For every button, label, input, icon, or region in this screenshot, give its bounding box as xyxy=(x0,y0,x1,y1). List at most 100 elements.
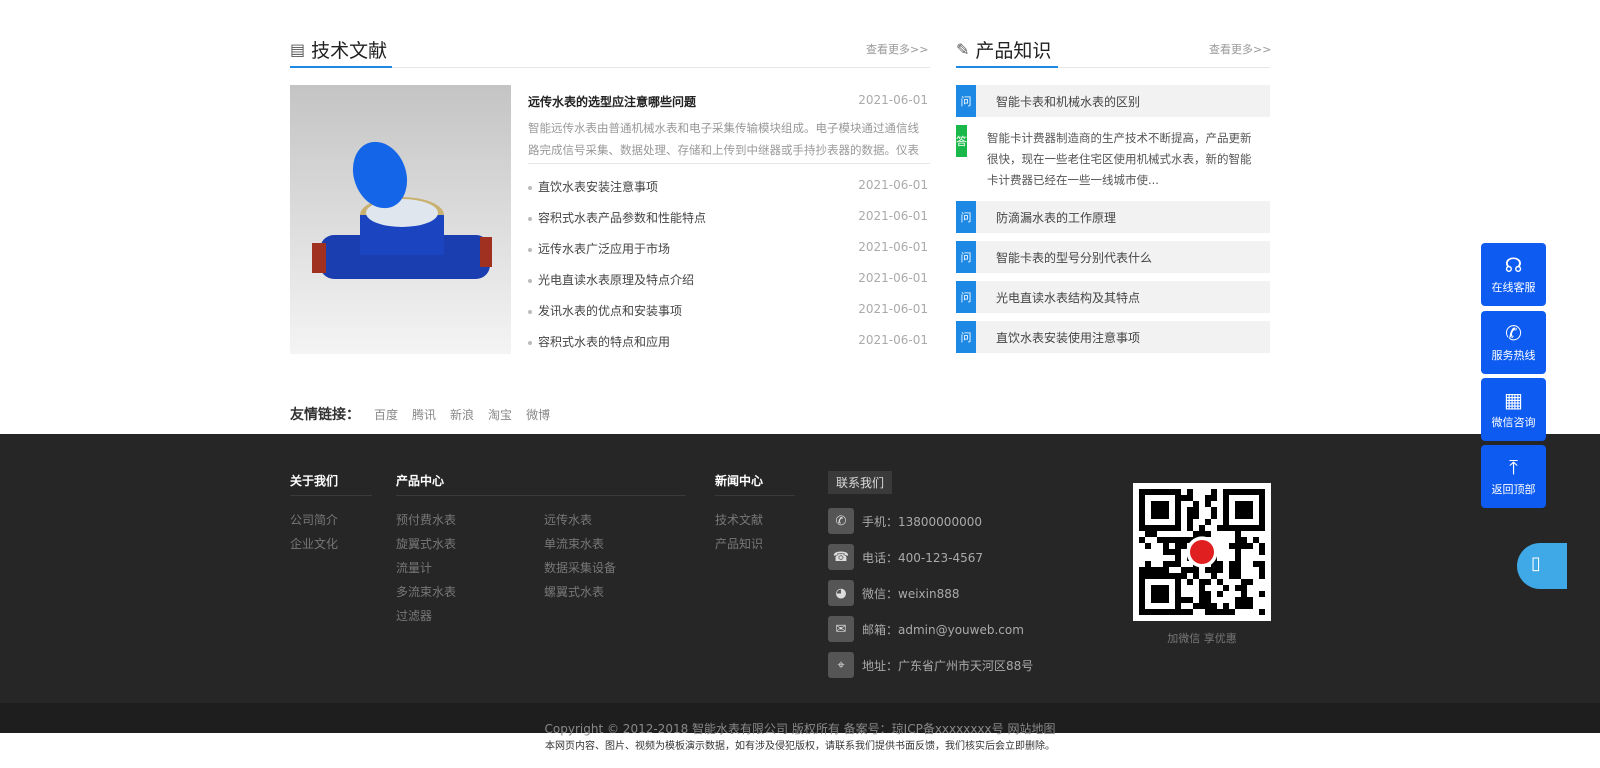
qr-caption: 加微信 享优惠 xyxy=(1167,632,1237,645)
qr-icon: ▦ xyxy=(1504,387,1523,412)
contact-text: 地址：广东省广州市天河区88号 xyxy=(862,658,1034,673)
location-icon: ⌖ xyxy=(828,652,854,678)
friend-link[interactable]: 百度 xyxy=(374,406,398,423)
featured-article[interactable]: 远传水表的选型应注意哪些问题 2021-06-01 xyxy=(528,93,928,110)
water-meter-illustration xyxy=(312,141,492,279)
question-badge: 问 xyxy=(956,201,976,233)
wechat-icon: ◕ xyxy=(828,580,854,606)
tech-section-title: ▤ 技术文献 xyxy=(290,36,387,63)
featured-date: 2021-06-01 xyxy=(858,93,928,107)
footer-link[interactable]: 过滤器 xyxy=(396,607,432,624)
footer-link[interactable]: 技术文献 xyxy=(715,511,763,528)
footer-link[interactable]: 预付费水表 xyxy=(396,511,456,528)
article-item[interactable]: 发讯水表的优点和安装事项 2021-06-01 xyxy=(528,302,928,319)
article-date: 2021-06-01 xyxy=(858,302,928,316)
qa-question[interactable]: 问光电直读水表结构及其特点 xyxy=(956,281,1270,313)
document-icon: ▤ xyxy=(290,40,306,59)
question-text[interactable]: 智能卡表和机械水表的区别 xyxy=(976,85,1148,117)
question-text[interactable]: 直饮水表安装使用注意事项 xyxy=(976,321,1148,353)
article-title[interactable]: 远传水表广泛应用于市场 xyxy=(528,240,670,257)
article-item[interactable]: 光电直读水表原理及特点介绍 2021-06-01 xyxy=(528,271,928,288)
arrow-up-icon: ⤒ xyxy=(1509,454,1518,479)
knowledge-title: 产品知识 xyxy=(975,40,1052,62)
footer-products-title: 产品中心 xyxy=(396,474,445,488)
knowledge-more-link[interactable]: 查看更多>> xyxy=(1209,41,1271,57)
mobile-icon: ▯ xyxy=(1531,553,1541,574)
friend-link[interactable]: 腾讯 xyxy=(412,406,436,423)
footer xyxy=(0,434,1600,733)
footer-link[interactable]: 产品知识 xyxy=(715,535,763,552)
contact-item: ⌖ 地址：广东省广州市天河区88号 xyxy=(828,652,1033,678)
footer-link[interactable]: 旋翼式水表 xyxy=(396,535,456,552)
question-text[interactable]: 光电直读水表结构及其特点 xyxy=(976,281,1148,313)
mobile-button[interactable]: ▯ xyxy=(1517,543,1567,589)
question-text[interactable]: 智能卡表的型号分别代表什么 xyxy=(976,241,1160,273)
article-title[interactable]: 容积式水表产品参数和性能特点 xyxy=(528,209,706,226)
wechat-button[interactable]: ▦ 微信咨询 xyxy=(1481,378,1546,441)
footer-link[interactable]: 企业文化 xyxy=(290,535,338,552)
contact-item: ✆ 手机：13800000000 xyxy=(828,508,982,534)
divider xyxy=(528,163,930,164)
footer-link[interactable]: 远传水表 xyxy=(544,511,592,528)
qa-question[interactable]: 问智能卡表和机械水表的区别 xyxy=(956,85,1270,117)
article-item[interactable]: 容积式水表产品参数和性能特点 2021-06-01 xyxy=(528,209,928,226)
friend-link[interactable]: 微博 xyxy=(526,406,550,423)
footer-link[interactable]: 单流束水表 xyxy=(544,535,604,552)
label: 返回顶部 xyxy=(1491,482,1536,496)
contact-text: 电话：400-123-4567 xyxy=(862,550,984,565)
footer-contact-title: 联系我们 xyxy=(828,471,893,494)
article-title[interactable]: 直饮水表安装注意事项 xyxy=(528,178,658,195)
friend-link[interactable]: 淘宝 xyxy=(488,406,512,423)
article-title[interactable]: 容积式水表的特点和应用 xyxy=(528,333,670,350)
contact-item: ✉ 邮箱：admin@youweb.com xyxy=(828,616,1024,642)
tech-title: 技术文献 xyxy=(311,40,388,62)
question-badge: 问 xyxy=(956,321,976,353)
contact-text: 邮箱：admin@youweb.com xyxy=(862,622,1024,637)
qr-code-pattern xyxy=(1139,489,1265,615)
hotline-button[interactable]: ✆ 服务热线 xyxy=(1481,311,1546,374)
footer-link[interactable]: 公司简介 xyxy=(290,511,338,528)
qa-question[interactable]: 问防滴漏水表的工作原理 xyxy=(956,201,1270,233)
article-date: 2021-06-01 xyxy=(858,240,928,254)
qa-question[interactable]: 问智能卡表的型号分别代表什么 xyxy=(956,241,1270,273)
footer-link[interactable]: 螺翼式水表 xyxy=(544,583,604,600)
article-title[interactable]: 发讯水表的优点和安装事项 xyxy=(528,302,682,319)
telephone-icon: ☎ xyxy=(828,544,854,570)
featured-title[interactable]: 远传水表的选型应注意哪些问题 xyxy=(528,93,696,110)
friend-link[interactable]: 新浪 xyxy=(450,406,474,423)
question-badge: 问 xyxy=(956,281,976,313)
online-service-button[interactable]: ☊ 在线客服 xyxy=(1481,243,1546,306)
article-date: 2021-06-01 xyxy=(858,209,928,223)
article-date: 2021-06-01 xyxy=(858,333,928,347)
footer-link[interactable]: 数据采集设备 xyxy=(544,559,616,576)
copyright: Copyright © 2012-2018 智能水表有限公司 版权所有 备案号：… xyxy=(544,722,1056,736)
article-item[interactable]: 直饮水表安装注意事项 2021-06-01 xyxy=(528,178,928,195)
question-text[interactable]: 防滴漏水表的工作原理 xyxy=(976,201,1124,233)
qa-answer: 答智能卡计费器制造商的生产技术不断提高，产品更新很快，现在一些老住宅区使用机械式… xyxy=(956,125,1270,193)
phone-icon: ✆ xyxy=(828,508,854,534)
footer-about-title: 关于我们 xyxy=(290,474,339,488)
water-meter-image[interactable] xyxy=(290,85,511,354)
article-date: 2021-06-01 xyxy=(858,178,928,192)
label: 微信咨询 xyxy=(1491,415,1536,429)
footer-link[interactable]: 多流束水表 xyxy=(396,583,456,600)
knowledge-section-title: ✎ 产品知识 xyxy=(956,36,1051,63)
footer-news-title: 新闻中心 xyxy=(715,474,764,488)
article-title[interactable]: 光电直读水表原理及特点介绍 xyxy=(528,271,694,288)
article-item[interactable]: 容积式水表的特点和应用 2021-06-01 xyxy=(528,333,928,350)
footer-link[interactable]: 流量计 xyxy=(396,559,432,576)
friend-links-label: 友情链接： xyxy=(290,407,360,423)
qr-code xyxy=(1133,483,1271,621)
question-badge: 问 xyxy=(956,241,976,273)
article-item[interactable]: 远传水表广泛应用于市场 2021-06-01 xyxy=(528,240,928,257)
tech-more-link[interactable]: 查看更多>> xyxy=(866,41,928,57)
phone-icon: ✆ xyxy=(1505,320,1522,345)
edit-note-icon: ✎ xyxy=(956,40,970,59)
tab-underline xyxy=(956,66,1058,68)
question-badge: 问 xyxy=(956,85,976,117)
qa-question[interactable]: 问直饮水表安装使用注意事项 xyxy=(956,321,1270,353)
contact-text: 微信：weixin888 xyxy=(862,586,960,601)
label: 在线客服 xyxy=(1491,280,1536,294)
mail-icon: ✉ xyxy=(828,616,854,642)
back-to-top-button[interactable]: ⤒ 返回顶部 xyxy=(1481,445,1546,508)
